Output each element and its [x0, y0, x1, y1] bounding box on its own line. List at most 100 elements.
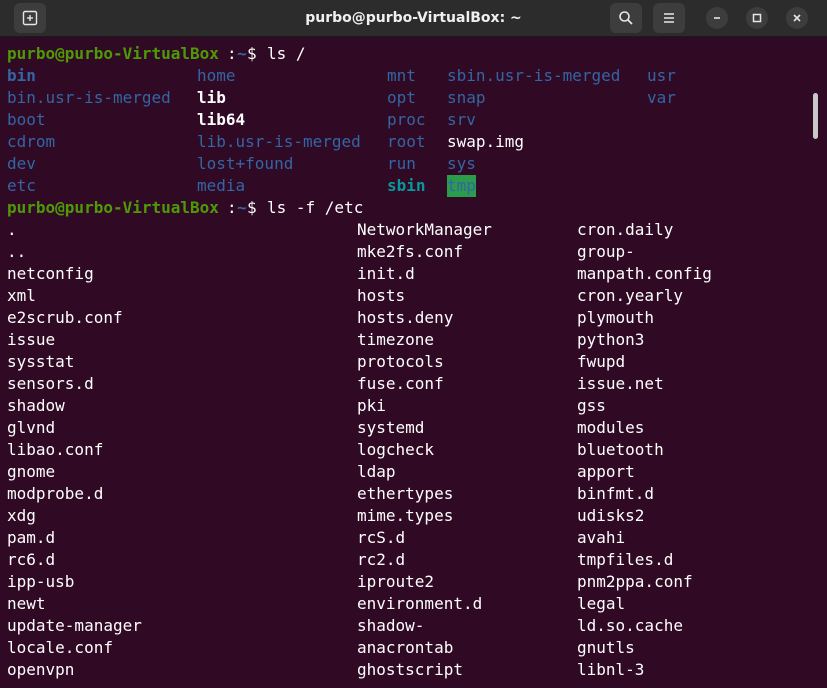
scrollbar-thumb[interactable]	[813, 93, 818, 139]
scrollbar[interactable]	[810, 37, 827, 688]
search-button[interactable]	[610, 3, 642, 33]
listing-row: bin home mnt sbin.usr-is-merged usr	[0, 65, 810, 87]
file-entry: swap.img	[447, 132, 525, 151]
file-entry: modprobe.d	[7, 484, 104, 503]
file-entry: gnutls	[577, 638, 635, 657]
file-entry: mke2fs.conf	[357, 242, 463, 261]
listing-row: pam.d rcS.d avahi	[0, 527, 810, 549]
file-entry: logcheck	[357, 440, 435, 459]
prompt-path: ~	[237, 198, 247, 217]
file-entry: modules	[577, 418, 645, 437]
minimize-button[interactable]	[706, 7, 728, 29]
dir-entry: lib	[197, 88, 226, 107]
file-entry: plymouth	[577, 308, 655, 327]
dir-entry: lost+found	[197, 154, 294, 173]
terminal-output[interactable]: purbo@purbo-VirtualBox : ~ $ ls / bin ho…	[0, 37, 810, 688]
dir-entry: snap	[447, 88, 486, 107]
listing-row: libao.conf logcheck bluetooth	[0, 439, 810, 461]
dir-entry: bin	[7, 66, 36, 85]
maximize-icon	[752, 13, 762, 23]
file-entry: cron.daily	[577, 220, 674, 239]
file-entry: binfmt.d	[577, 484, 655, 503]
listing-row: ipp-usb iproute2 pnm2ppa.conf	[0, 571, 810, 593]
file-entry: fuse.conf	[357, 374, 444, 393]
close-icon	[793, 14, 801, 22]
dir-entry: sys	[447, 154, 476, 173]
file-entry: update-manager	[7, 616, 142, 635]
file-entry: mime.types	[357, 506, 454, 525]
listing-row: modprobe.d ethertypes binfmt.d	[0, 483, 810, 505]
prompt-user: purbo@purbo-VirtualBox	[7, 198, 219, 217]
dir-entry: lib64	[197, 110, 246, 129]
dir-entry: media	[197, 176, 246, 195]
dir-entry: boot	[7, 110, 46, 129]
file-entry: environment.d	[357, 594, 483, 613]
dir-entry: bin.usr-is-merged	[7, 88, 171, 107]
file-entry: hosts.deny	[357, 308, 454, 327]
file-entry: pki	[357, 396, 386, 415]
file-entry: libnl-3	[577, 660, 645, 679]
listing-row: etc media sbin tmp	[0, 175, 810, 197]
file-entry: group-	[577, 242, 635, 261]
file-entry: gnome	[7, 462, 56, 481]
file-entry: ld.so.cache	[577, 616, 683, 635]
listing-row: newt environment.d legal	[0, 593, 810, 615]
window-title: purbo@purbo-VirtualBox: ~	[305, 10, 522, 26]
dir-entry: run	[387, 154, 416, 173]
dir-entry: var	[647, 88, 676, 107]
listing-row: bin.usr-is-merged lib opt snap var	[0, 87, 810, 109]
file-entry: anacrontab	[357, 638, 454, 657]
file-entry: NetworkManager	[357, 220, 492, 239]
file-entry: libao.conf	[7, 440, 104, 459]
prompt-separator: :	[227, 198, 237, 217]
file-entry: ..	[7, 242, 27, 261]
file-entry: tmpfiles.d	[577, 550, 674, 569]
file-entry: systemd	[357, 418, 425, 437]
file-entry: udisks2	[577, 506, 645, 525]
file-entry: init.d	[357, 264, 415, 283]
listing-row: xml hosts cron.yearly	[0, 285, 810, 307]
file-entry: locale.conf	[7, 638, 113, 657]
listing-row: boot lib64 proc srv	[0, 109, 810, 131]
listing-row: e2scrub.conf hosts.deny plymouth	[0, 307, 810, 329]
maximize-button[interactable]	[746, 7, 768, 29]
dir-entry: srv	[447, 110, 476, 129]
listing-row: netconfig init.d manpath.config	[0, 263, 810, 285]
close-button[interactable]	[786, 7, 808, 29]
file-entry: ghostscript	[357, 660, 463, 679]
dir-entry: cdrom	[7, 132, 56, 151]
file-entry: sensors.d	[7, 374, 94, 393]
file-entry: rc6.d	[7, 550, 56, 569]
listing-row: xdg mime.types udisks2	[0, 505, 810, 527]
file-entry: netconfig	[7, 264, 94, 283]
file-entry: hosts	[357, 286, 406, 305]
titlebar: purbo@purbo-VirtualBox: ~	[0, 0, 827, 37]
file-entry: xdg	[7, 506, 36, 525]
dir-entry: home	[197, 66, 236, 85]
prompt-path: ~	[237, 44, 247, 63]
prompt-user: purbo@purbo-VirtualBox	[7, 44, 219, 63]
file-entry: legal	[577, 594, 626, 613]
minimize-icon	[714, 17, 720, 19]
file-entry: bluetooth	[577, 440, 664, 459]
listing-row: rc6.d rc2.d tmpfiles.d	[0, 549, 810, 571]
prompt-line: purbo@purbo-VirtualBox : ~ $ ls -f /etc	[0, 197, 810, 219]
file-entry: manpath.config	[577, 264, 712, 283]
listing-row: .. mke2fs.conf group-	[0, 241, 810, 263]
listing-row: sensors.d fuse.conf issue.net	[0, 373, 810, 395]
file-entry: rc2.d	[357, 550, 406, 569]
dir-entry: opt	[387, 88, 416, 107]
listing-row: locale.conf anacrontab gnutls	[0, 637, 810, 659]
file-entry: .	[7, 220, 17, 239]
menu-button[interactable]	[653, 3, 685, 33]
file-entry: pnm2ppa.conf	[577, 572, 693, 591]
listing-row: . NetworkManager cron.daily	[0, 219, 810, 241]
dir-entry: sbin.usr-is-merged	[447, 66, 621, 85]
prompt-symbol: $	[247, 198, 267, 217]
command-text: ls -f /etc	[267, 198, 364, 217]
file-entry: openvpn	[7, 660, 75, 679]
file-entry: python3	[577, 330, 645, 349]
prompt-symbol: $	[247, 44, 267, 63]
file-entry: ethertypes	[357, 484, 454, 503]
file-entry: gss	[577, 396, 606, 415]
